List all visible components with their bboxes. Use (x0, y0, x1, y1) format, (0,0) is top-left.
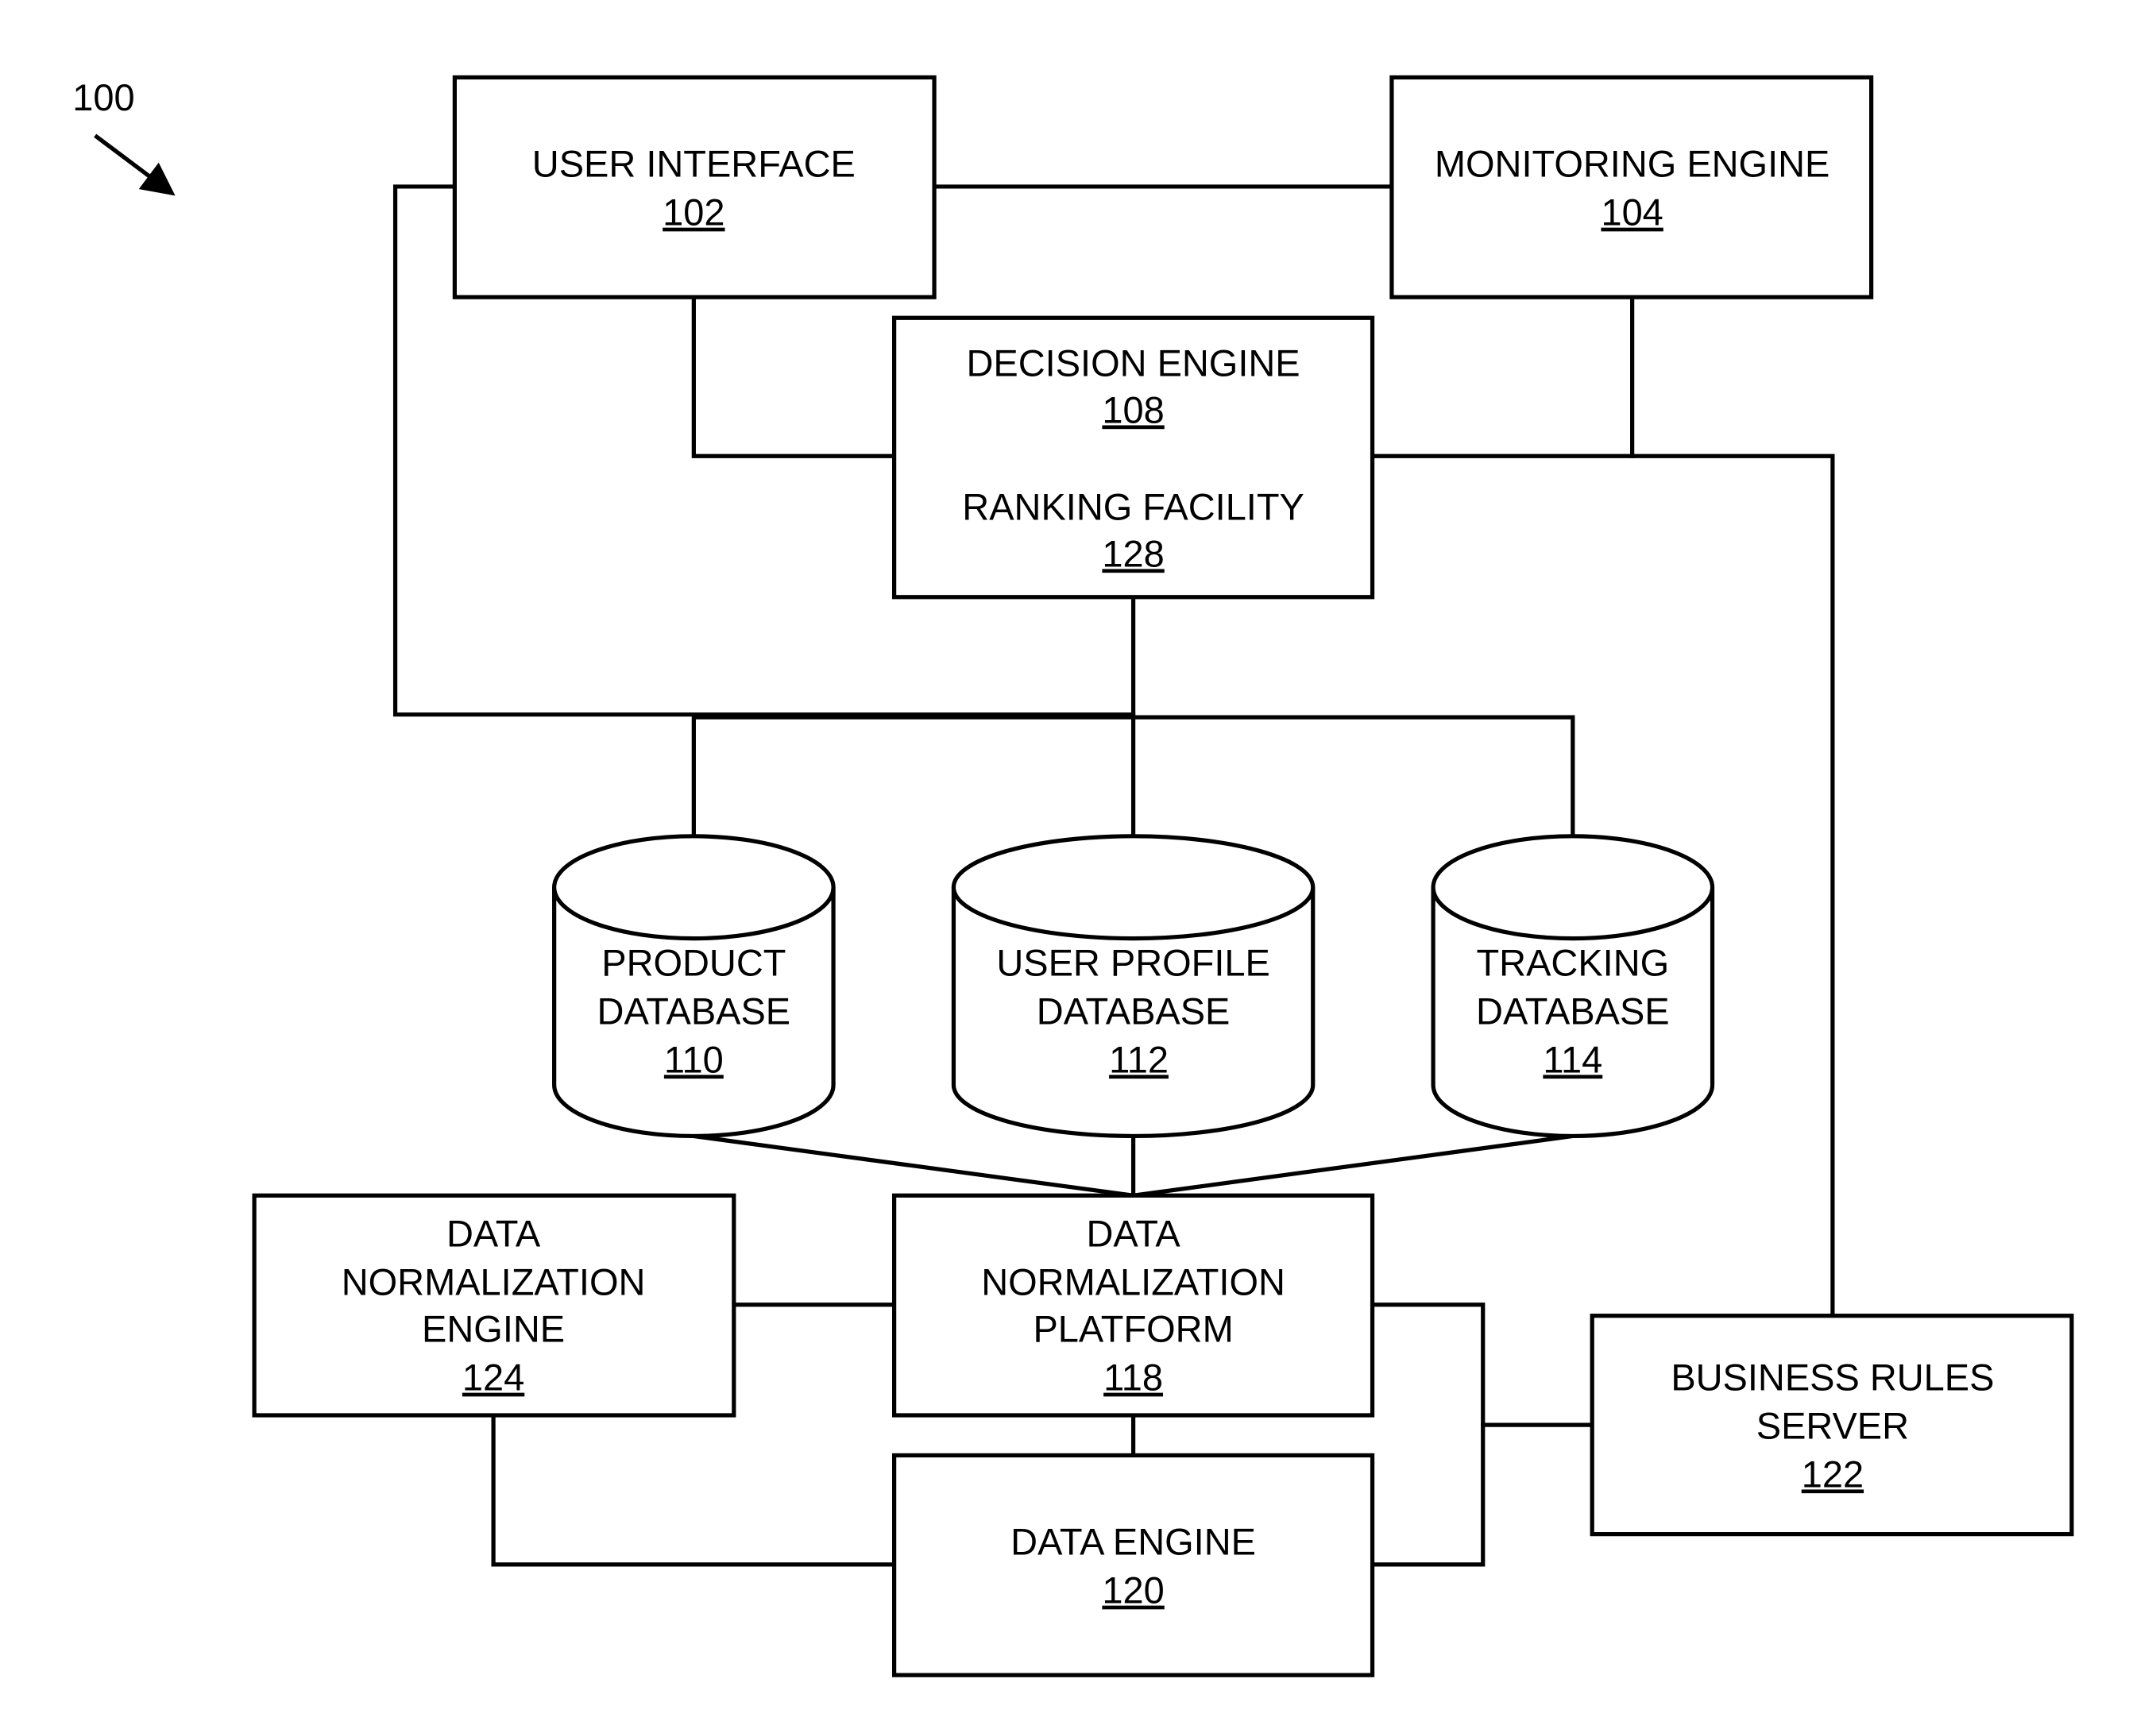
user-profile-database-label-2: DATABASE (1037, 990, 1231, 1032)
data-normalization-engine-box[interactable]: DATA NORMALIZATION ENGINE 124 (252, 1193, 736, 1418)
user-interface-ref: 102 (663, 191, 724, 233)
tracking-database-cylinder[interactable]: TRACKING DATABASE 114 (1431, 834, 1715, 1139)
connector-product-platform (691, 1133, 1136, 1198)
connector-dne-dataengine (491, 1413, 897, 1567)
tracking-database-label-1: TRACKING (1477, 942, 1670, 984)
data-engine-box[interactable]: DATA ENGINE 120 (892, 1453, 1375, 1677)
user-profile-database-ref: 112 (1109, 1038, 1169, 1080)
data-normalization-platform-label-1: DATA (1086, 1213, 1180, 1255)
product-database-label-2: DATABASE (597, 990, 791, 1032)
monitoring-engine-ref: 104 (1601, 191, 1663, 233)
monitoring-engine-box[interactable]: MONITORING ENGINE 104 (1389, 75, 1874, 299)
data-normalization-platform-box[interactable]: DATA NORMALIZATION PLATFORM 118 (892, 1193, 1375, 1418)
ranking-facility-label: RANKING FACILITY (962, 485, 1304, 527)
user-interface-label: USER INTERFACE (532, 143, 856, 185)
tracking-database-ref: 114 (1543, 1038, 1602, 1080)
product-database-ref: 110 (664, 1038, 724, 1080)
product-database-label-1: PRODUCT (601, 942, 786, 984)
decision-engine-ref: 108 (1102, 388, 1164, 430)
monitoring-engine-label: MONITORING ENGINE (1435, 143, 1830, 185)
figure-reference-label: 100 (72, 76, 134, 118)
tracking-database-label-2: DATABASE (1476, 990, 1670, 1032)
data-engine-label: DATA ENGINE (1010, 1521, 1256, 1563)
data-normalization-platform-label-3: PLATFORM (1033, 1308, 1233, 1350)
ranking-facility-ref: 128 (1102, 532, 1164, 574)
decision-engine-box[interactable]: DECISION ENGINE 108 RANKING FACILITY 128 (892, 315, 1375, 600)
business-rules-server-ref: 122 (1802, 1453, 1864, 1495)
user-profile-database-label-1: USER PROFILE (996, 942, 1269, 984)
product-database-cylinder[interactable]: PRODUCT DATABASE 110 (552, 834, 836, 1139)
data-normalization-engine-label-3: ENGINE (422, 1308, 565, 1350)
business-rules-server-label-1: BUSINESS RULES (1671, 1357, 1994, 1399)
data-normalization-engine-label-1: DATA (446, 1213, 541, 1255)
figure-reference-arrow (94, 133, 176, 196)
system-diagram: 100 USER INTERFACE 102 MONITORING ENGINE… (72, 75, 2074, 1677)
data-engine-ref: 120 (1102, 1569, 1164, 1611)
connector-platform-dataengine-rules (1370, 1303, 1486, 1567)
data-normalization-platform-ref: 118 (1103, 1357, 1163, 1399)
business-rules-server-label-2: SERVER (1756, 1405, 1909, 1447)
connector-ui-decision (691, 295, 897, 458)
data-normalization-engine-ref: 124 (462, 1357, 524, 1399)
connector-tracking-platform (1130, 1133, 1575, 1198)
user-profile-database-cylinder[interactable]: USER PROFILE DATABASE 112 (951, 834, 1316, 1139)
user-interface-box[interactable]: USER INTERFACE 102 (452, 75, 937, 299)
data-normalization-platform-label-2: NORMALIZATION (981, 1261, 1285, 1303)
data-normalization-engine-label-2: NORMALIZATION (342, 1261, 646, 1303)
decision-engine-label: DECISION ENGINE (967, 342, 1300, 384)
business-rules-server-box[interactable]: BUSINESS RULES SERVER 122 (1590, 1314, 2074, 1537)
